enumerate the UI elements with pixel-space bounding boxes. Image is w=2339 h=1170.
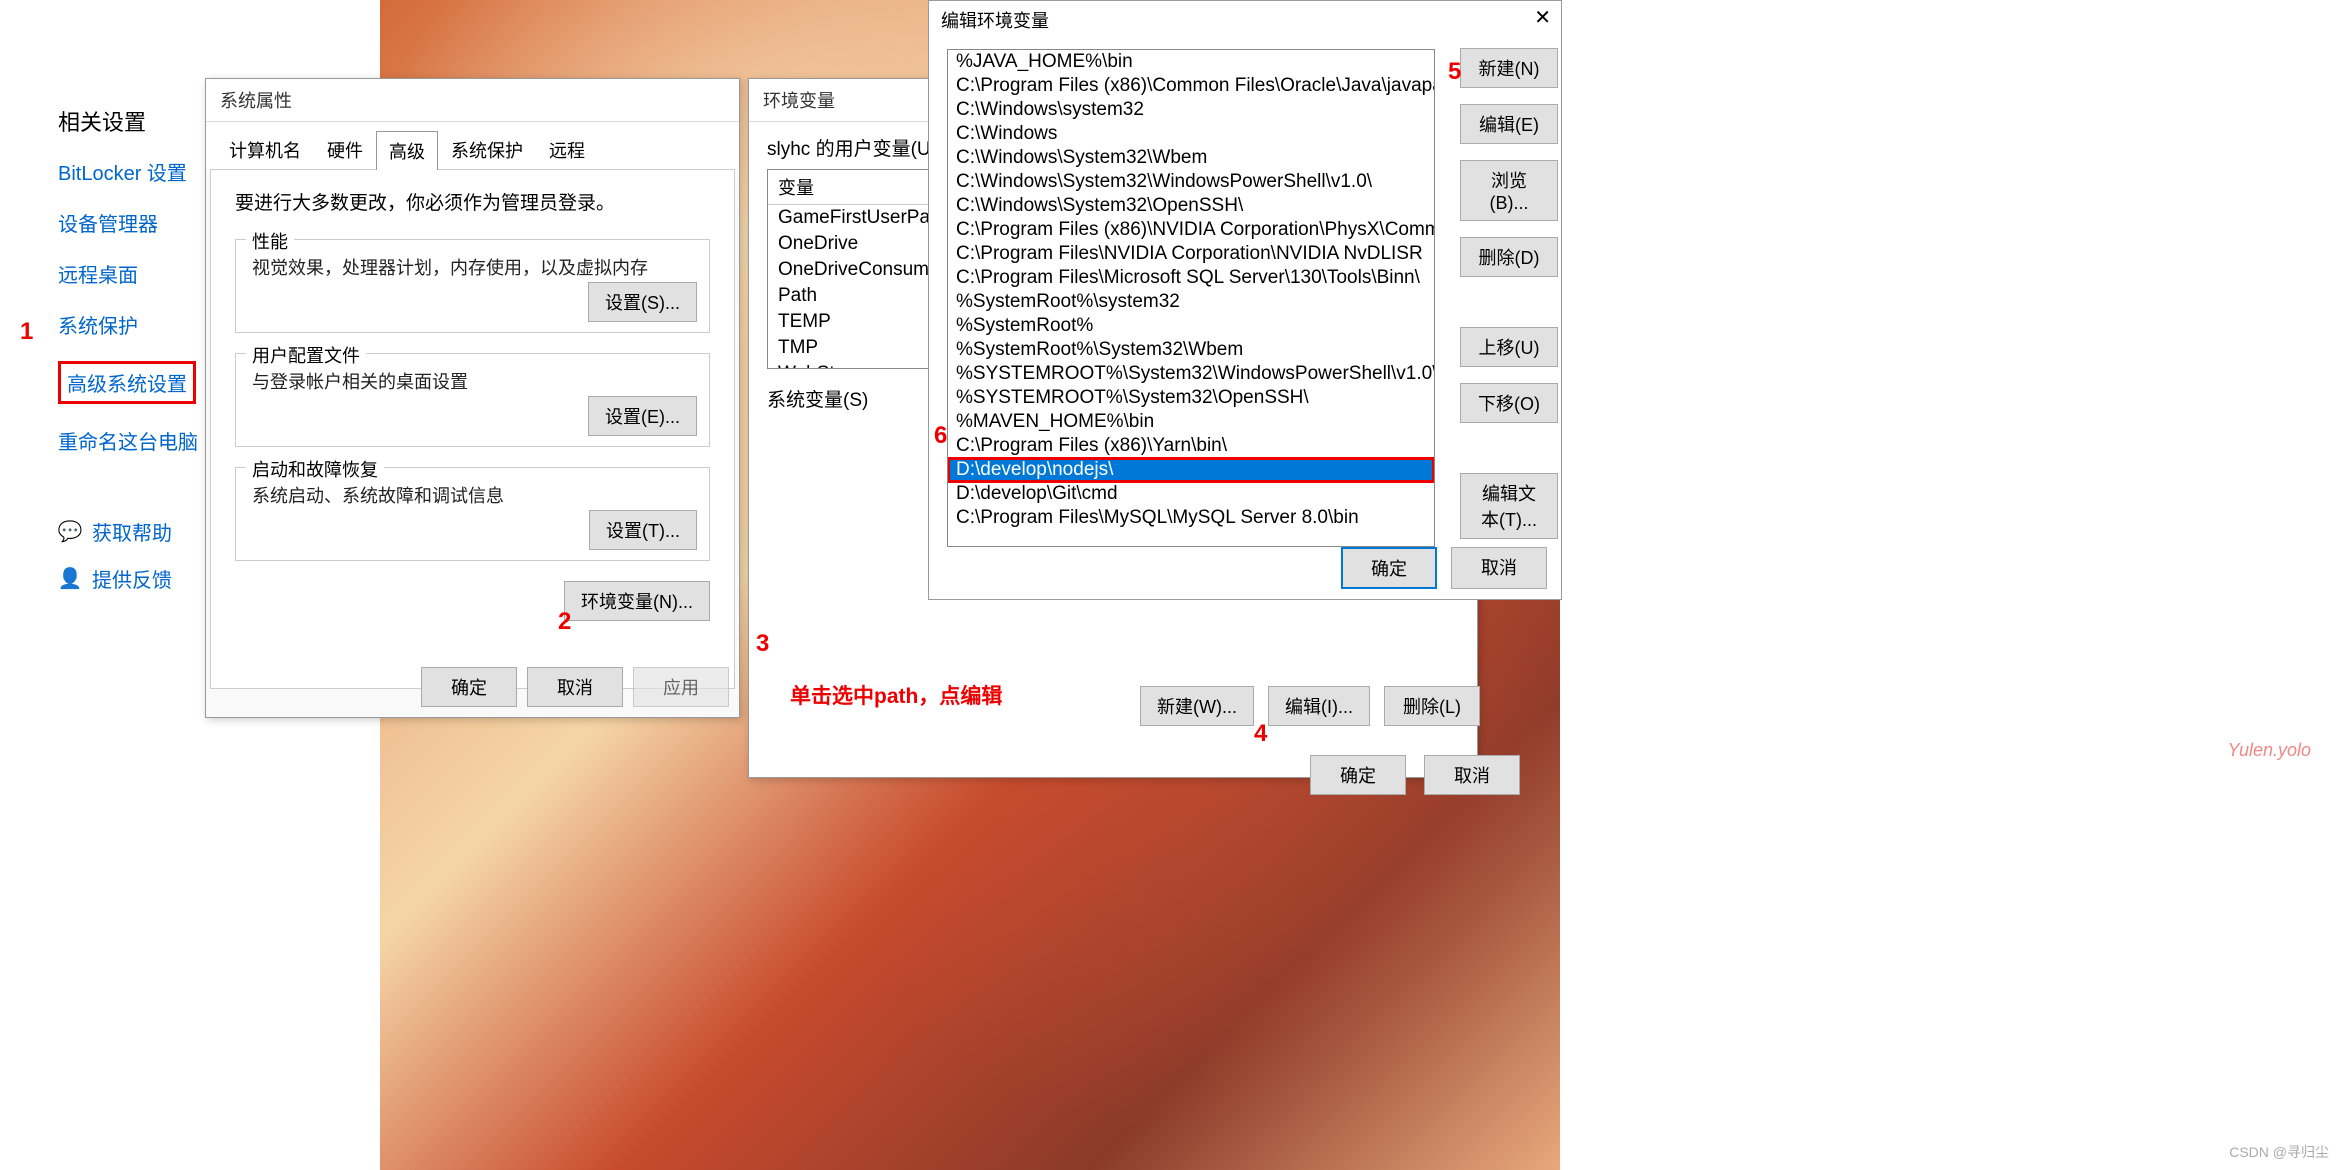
system-properties-dialog: 系统属性 计算机名 硬件 高级 系统保护 远程 要进行大多数更改，你必须作为管理… xyxy=(205,78,740,718)
environment-variables-button[interactable]: 环境变量(N)... xyxy=(564,581,710,621)
sysprops-body: 要进行大多数更改，你必须作为管理员登录。 性能 视觉效果，处理器计划，内存使用，… xyxy=(210,169,735,689)
path-entry-row[interactable]: C:\Program Files (x86)\Yarn\bin\ xyxy=(948,434,1434,458)
envdlg-ok-button[interactable]: 确定 xyxy=(1310,755,1406,795)
sysvar-new-button[interactable]: 新建(W)... xyxy=(1140,686,1254,726)
editdlg-title: 编辑环境变量 xyxy=(929,1,1561,39)
help-row[interactable]: 💬 获取帮助 xyxy=(58,517,203,546)
user-profiles-settings-button[interactable]: 设置(E)... xyxy=(588,396,697,436)
annotation-2: 2 xyxy=(558,608,571,636)
annotation-5: 5 xyxy=(1448,58,1461,86)
link-advanced-system-settings[interactable]: 高级系统设置 xyxy=(58,361,196,404)
help-label: 获取帮助 xyxy=(92,517,172,546)
settings-title: 相关设置 xyxy=(58,105,203,137)
editdlg-side-buttons: 新建(N) 编辑(E) 浏览(B)... 删除(D) 上移(U) 下移(O) 编… xyxy=(1460,48,1558,539)
group-user-profiles-title: 用户配置文件 xyxy=(246,342,366,368)
tab-hardware[interactable]: 硬件 xyxy=(314,130,376,169)
sysvar-delete-button[interactable]: 删除(L) xyxy=(1384,686,1480,726)
move-up-button[interactable]: 上移(U) xyxy=(1460,327,1558,367)
envdlg-cancel-button[interactable]: 取消 xyxy=(1424,755,1520,795)
move-down-button[interactable]: 下移(O) xyxy=(1460,383,1558,423)
sysprops-apply-button[interactable]: 应用 xyxy=(633,667,729,707)
annotation-4: 4 xyxy=(1254,720,1267,748)
sysvar-edit-button[interactable]: 编辑(I)... xyxy=(1268,686,1370,726)
path-entry-row[interactable]: %SYSTEMROOT%\System32\OpenSSH\ xyxy=(948,386,1434,410)
envdlg-footer: 确定 取消 xyxy=(1310,755,1520,795)
group-user-profiles: 用户配置文件 与登录帐户相关的桌面设置 设置(E)... xyxy=(235,353,710,447)
feedback-label: 提供反馈 xyxy=(92,564,172,593)
group-startup-desc: 系统启动、系统故障和调试信息 xyxy=(252,482,693,508)
path-entry-row[interactable]: C:\Windows xyxy=(948,122,1434,146)
edit-entry-button[interactable]: 编辑(E) xyxy=(1460,104,1558,144)
annotation-3: 3 xyxy=(756,630,769,658)
tab-computer-name[interactable]: 计算机名 xyxy=(216,130,314,169)
path-entry-row[interactable]: C:\Program Files\MySQL\MySQL Server 8.0\… xyxy=(948,506,1434,530)
group-startup-recovery: 启动和故障恢复 系统启动、系统故障和调试信息 设置(T)... xyxy=(235,467,710,561)
startup-settings-button[interactable]: 设置(T)... xyxy=(589,510,697,550)
path-entry-row[interactable]: %SystemRoot%\System32\Wbem xyxy=(948,338,1434,362)
link-device-manager[interactable]: 设备管理器 xyxy=(58,208,203,237)
path-entry-row[interactable]: %SYSTEMROOT%\System32\WindowsPowerShell\… xyxy=(948,362,1434,386)
link-bitlocker[interactable]: BitLocker 设置 xyxy=(58,157,203,186)
watermark-2: Yulen.yolo xyxy=(2228,740,2311,761)
group-performance-desc: 视觉效果，处理器计划，内存使用，以及虚拟内存 xyxy=(252,254,693,280)
group-startup-title: 启动和故障恢复 xyxy=(246,456,384,482)
path-entry-row[interactable]: D:\develop\Git\cmd xyxy=(948,482,1434,506)
hint-text: 单击选中path，点编辑 xyxy=(790,680,1002,710)
close-icon[interactable]: ✕ xyxy=(1534,5,1551,30)
group-user-profiles-desc: 与登录帐户相关的桌面设置 xyxy=(252,368,693,394)
admin-note: 要进行大多数更改，你必须作为管理员登录。 xyxy=(235,188,710,215)
link-rename-pc[interactable]: 重命名这台电脑 xyxy=(58,426,203,455)
editdlg-footer: 确定 取消 xyxy=(1341,547,1547,589)
path-entry-row[interactable]: C:\Program Files (x86)\Common Files\Orac… xyxy=(948,74,1434,98)
tab-advanced[interactable]: 高级 xyxy=(376,131,438,170)
sysprops-tabs: 计算机名 硬件 高级 系统保护 远程 xyxy=(206,122,739,169)
editdlg-ok-button[interactable]: 确定 xyxy=(1341,547,1437,589)
settings-sidebar: 相关设置 BitLocker 设置 设备管理器 远程桌面 系统保护 高级系统设置… xyxy=(58,105,203,611)
sysprops-cancel-button[interactable]: 取消 xyxy=(527,667,623,707)
path-entry-row[interactable]: %MAVEN_HOME%\bin xyxy=(948,410,1434,434)
annotation-1: 1 xyxy=(20,318,33,346)
performance-settings-button[interactable]: 设置(S)... xyxy=(588,282,697,322)
sysprops-footer: 确定 取消 应用 xyxy=(421,667,729,707)
group-performance: 性能 视觉效果，处理器计划，内存使用，以及虚拟内存 设置(S)... xyxy=(235,239,710,333)
new-entry-button[interactable]: 新建(N) xyxy=(1460,48,1558,88)
sysprops-title: 系统属性 xyxy=(206,79,739,122)
feedback-icon: 👤 xyxy=(58,567,82,591)
path-entry-row[interactable]: C:\Windows\System32\WindowsPowerShell\v1… xyxy=(948,170,1434,194)
help-icon: 💬 xyxy=(58,520,82,544)
tab-remote[interactable]: 远程 xyxy=(536,130,598,169)
edit-text-button[interactable]: 编辑文本(T)... xyxy=(1460,473,1558,539)
editdlg-cancel-button[interactable]: 取消 xyxy=(1451,547,1547,589)
tab-system-protection[interactable]: 系统保护 xyxy=(438,130,536,169)
path-entry-row[interactable]: %JAVA_HOME%\bin xyxy=(948,50,1434,74)
path-entry-row[interactable]: C:\Windows\system32 xyxy=(948,98,1434,122)
link-system-protection[interactable]: 系统保护 xyxy=(58,310,203,339)
path-entry-row[interactable]: C:\Program Files\Microsoft SQL Server\13… xyxy=(948,266,1434,290)
link-remote-desktop[interactable]: 远程桌面 xyxy=(58,259,203,288)
path-entry-row[interactable]: D:\develop\nodejs\ xyxy=(948,458,1434,482)
path-entry-row[interactable]: %SystemRoot%\system32 xyxy=(948,290,1434,314)
path-entry-row[interactable]: C:\Windows\System32\Wbem xyxy=(948,146,1434,170)
watermark: CSDN @寻归尘 xyxy=(2229,1142,2329,1162)
sysprops-ok-button[interactable]: 确定 xyxy=(421,667,517,707)
annotation-6: 6 xyxy=(934,422,947,450)
delete-entry-button[interactable]: 删除(D) xyxy=(1460,237,1558,277)
path-entries-list[interactable]: %JAVA_HOME%\binC:\Program Files (x86)\Co… xyxy=(947,49,1435,547)
path-entry-row[interactable]: C:\Windows\System32\OpenSSH\ xyxy=(948,194,1434,218)
group-performance-title: 性能 xyxy=(246,228,294,254)
path-entry-row[interactable]: C:\Program Files\NVIDIA Corporation\NVID… xyxy=(948,242,1434,266)
path-entry-row[interactable]: C:\Program Files (x86)\NVIDIA Corporatio… xyxy=(948,218,1434,242)
feedback-row[interactable]: 👤 提供反馈 xyxy=(58,564,203,593)
path-entry-row[interactable]: %SystemRoot% xyxy=(948,314,1434,338)
browse-button[interactable]: 浏览(B)... xyxy=(1460,160,1558,221)
